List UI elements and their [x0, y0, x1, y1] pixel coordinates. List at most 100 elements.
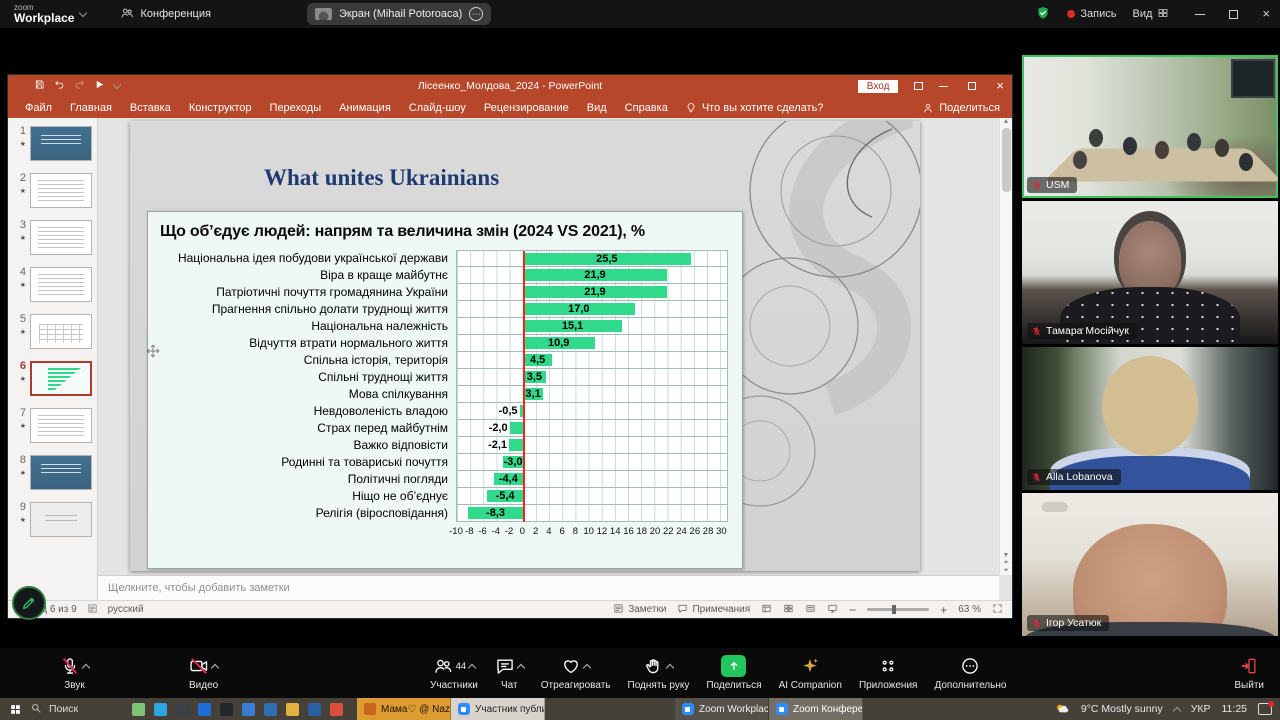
taskbar-button[interactable]: Zoom Конференция: [769, 698, 863, 720]
previous-slide-icon[interactable]: ⏶: [1003, 559, 1009, 567]
ribbon-tab-справка[interactable]: Справка: [616, 102, 677, 114]
participants-chevron-icon[interactable]: [468, 663, 476, 671]
save-button[interactable]: [34, 79, 45, 93]
participant-video[interactable]: USM: [1022, 55, 1278, 198]
ribbon-tab-переходы[interactable]: Переходы: [261, 102, 331, 114]
more-button[interactable]: Дополнительно: [934, 655, 1006, 691]
scroll-up-icon[interactable]: ▲: [1003, 118, 1010, 125]
chat-chevron-icon[interactable]: [517, 663, 525, 671]
zoom-percentage[interactable]: 63 %: [958, 604, 981, 615]
telegram-icon[interactable]: [154, 703, 167, 716]
raise-hand-button[interactable]: Поднять руку: [628, 655, 690, 691]
notes-toggle-button[interactable]: Заметки: [613, 603, 666, 617]
reading-view-icon[interactable]: [805, 603, 816, 617]
zoom-workplace-menu[interactable]: zoom Workplace: [14, 4, 86, 24]
slide-canvas[interactable]: What unites Ukrainians Що об’єдує людей:…: [130, 121, 920, 571]
slide-thumbnail-4[interactable]: [30, 267, 92, 302]
audio-chevron-icon[interactable]: [82, 663, 90, 671]
ribbon-options-icon[interactable]: [914, 82, 923, 90]
comments-toggle-button[interactable]: Примечания: [677, 603, 750, 617]
zoom-out-button[interactable]: −: [849, 603, 856, 617]
taskbar-button[interactable]: Участник публикац...: [451, 698, 545, 720]
ribbon-tab-вид[interactable]: Вид: [578, 102, 616, 114]
audio-button[interactable]: Звук: [60, 655, 89, 691]
taskbar-search[interactable]: Поиск: [30, 702, 118, 717]
sign-in-button[interactable]: Вход: [858, 80, 899, 93]
ppt-restore-button[interactable]: [968, 82, 976, 90]
code-icon[interactable]: [220, 703, 233, 716]
next-slide-icon[interactable]: ⏷: [1003, 567, 1009, 575]
language-switcher[interactable]: УКР: [1191, 703, 1211, 715]
ppt-minimize-button[interactable]: [939, 86, 948, 87]
mail-icon[interactable]: [242, 703, 255, 716]
video-chevron-icon[interactable]: [211, 663, 219, 671]
clock[interactable]: 11:25: [1222, 703, 1248, 715]
participants-button[interactable]: 44Участники: [430, 655, 478, 691]
video-button[interactable]: Видео: [189, 655, 218, 691]
undo-button[interactable]: [54, 79, 65, 93]
ribbon-tab-рецензирование[interactable]: Рецензирование: [475, 102, 578, 114]
slide-thumbnail-2[interactable]: [30, 173, 92, 208]
apps-button[interactable]: Приложения: [859, 655, 918, 691]
ribbon-tab-слайд-шоу[interactable]: Слайд-шоу: [400, 102, 475, 114]
slide-sorter-view-icon[interactable]: [783, 603, 794, 617]
slideshow-view-icon[interactable]: [827, 603, 838, 617]
tell-me-search[interactable]: Что вы хотите сделать?: [685, 102, 824, 114]
language-indicator[interactable]: русский: [108, 604, 144, 615]
paint-icon[interactable]: [132, 703, 145, 716]
slide-thumbnail-5[interactable]: [30, 314, 92, 349]
close-button[interactable]: ×: [1262, 9, 1270, 19]
ribbon-tab-конструктор[interactable]: Конструктор: [180, 102, 261, 114]
ppt-share-button[interactable]: Поделиться: [922, 102, 1000, 114]
notification-center-icon[interactable]: [1258, 703, 1272, 715]
fit-to-window-icon[interactable]: [992, 603, 1003, 617]
chrome-icon[interactable]: [330, 703, 343, 716]
ai-companion-button[interactable]: AI Companion: [779, 655, 842, 691]
annotation-pencil-button[interactable]: [12, 586, 46, 620]
participant-video[interactable]: Ігор Усатюк: [1022, 493, 1278, 636]
store-icon[interactable]: [198, 703, 211, 716]
taskbar-button[interactable]: Мама♡ @ Nazar|Ch...: [357, 698, 451, 720]
normal-view-icon[interactable]: [761, 603, 772, 617]
snipping-icon[interactable]: [176, 703, 189, 716]
minimize-button[interactable]: [1195, 14, 1205, 15]
scroll-down-icon[interactable]: ▼: [1003, 552, 1010, 559]
photos-icon[interactable]: [308, 703, 321, 716]
scrollbar-thumb[interactable]: [1002, 128, 1011, 192]
react-chevron-icon[interactable]: [583, 663, 591, 671]
react-button[interactable]: Отреагировать: [541, 655, 611, 691]
slide-thumbnail-3[interactable]: [30, 220, 92, 255]
slide-thumbnail-7[interactable]: [30, 408, 92, 443]
chat-button[interactable]: Чат: [495, 655, 524, 691]
participant-video[interactable]: Alla Lobanova: [1022, 347, 1278, 490]
notes-pane[interactable]: Щелкните, чтобы добавить заметки: [98, 575, 999, 600]
leave-button[interactable]: Выйти: [1234, 655, 1264, 691]
slide-thumbnail-6[interactable]: [30, 361, 92, 396]
slide-thumbnail-9[interactable]: [30, 502, 92, 537]
raise-hand-chevron-icon[interactable]: [666, 663, 674, 671]
restore-button[interactable]: [1229, 10, 1238, 19]
redo-button[interactable]: [74, 79, 85, 93]
zoom-slider[interactable]: [867, 608, 929, 611]
view-button[interactable]: Вид: [1133, 7, 1170, 22]
slide-thumbnail-1[interactable]: [30, 126, 92, 161]
zoom-slider-thumb[interactable]: [892, 605, 896, 614]
tab-shared-screen[interactable]: Экран (Mihail Potoroaca) ⋯: [307, 3, 491, 25]
speaker-icon[interactable]: [264, 703, 277, 716]
spellcheck-icon[interactable]: [87, 603, 98, 617]
ribbon-tab-главная[interactable]: Главная: [61, 102, 121, 114]
taskbar-button[interactable]: Zoom Workplace: [675, 698, 769, 720]
share-button[interactable]: Поделиться: [706, 655, 761, 691]
tab-options-icon[interactable]: ⋯: [469, 7, 483, 21]
ribbon-tab-вставка[interactable]: Вставка: [121, 102, 180, 114]
tray-expand-icon[interactable]: [1172, 706, 1180, 714]
weather-text[interactable]: 9°C Mostly sunny: [1081, 703, 1163, 715]
play-button[interactable]: [94, 79, 105, 93]
ppt-close-button[interactable]: ×: [996, 81, 1004, 91]
security-shield-icon[interactable]: [1035, 5, 1051, 24]
zoom-in-button[interactable]: +: [940, 603, 947, 617]
start-button[interactable]: [0, 703, 30, 716]
vertical-scrollbar[interactable]: ▲ ▼ ⏶ ⏷: [999, 118, 1012, 575]
explorer-icon[interactable]: [286, 703, 299, 716]
slide-thumbnail-8[interactable]: [30, 455, 92, 490]
